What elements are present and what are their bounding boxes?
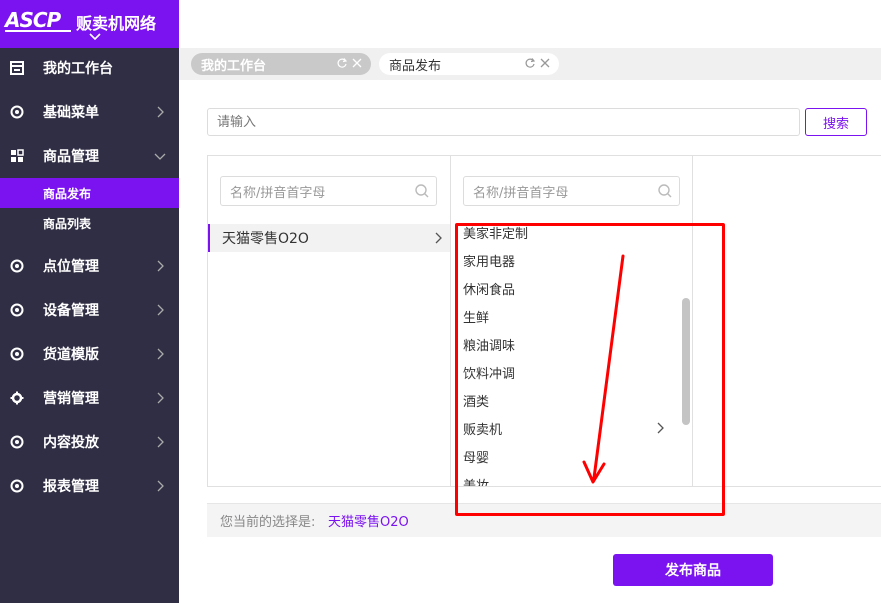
- publish-product-button[interactable]: 发布商品: [613, 554, 773, 586]
- tabs-bar: 我的工作台 商品发布: [179, 48, 881, 80]
- sidebar-item-label: 基础菜单: [43, 105, 99, 121]
- sidebar-item-report-management[interactable]: 报表管理: [0, 466, 179, 506]
- circle-dot-icon: [9, 346, 25, 362]
- sidebar-item-location-management[interactable]: 点位管理: [0, 246, 179, 286]
- list-item[interactable]: 酒类: [463, 391, 489, 411]
- search-icon: [658, 184, 672, 198]
- sidebar-subitem-product-list[interactable]: 商品列表: [0, 208, 179, 238]
- selection-summary: 您当前的选择是: 天猫零售O2O: [207, 503, 881, 537]
- list-item[interactable]: 美妆: [463, 475, 489, 486]
- list-item[interactable]: 母婴: [463, 447, 489, 467]
- category-col1-search[interactable]: 名称/拼音首字母: [220, 176, 437, 206]
- selection-value: 天猫零售O2O: [328, 515, 409, 530]
- sidebar-subitem-product-publish[interactable]: 商品发布: [0, 178, 179, 208]
- sidebar-item-label: 货道模版: [43, 347, 99, 363]
- category-col2-search[interactable]: 名称/拼音首字母: [463, 176, 680, 206]
- tab-label: 商品发布: [389, 58, 442, 74]
- category-item-tmall-o2o[interactable]: 天猫零售O2O: [208, 224, 450, 252]
- sidebar-item-label: 报表管理: [43, 479, 99, 495]
- search-placeholder: 名称/拼音首字母: [473, 185, 569, 201]
- gear-icon: [9, 390, 25, 406]
- sidebar-item-marketing-management[interactable]: 营销管理: [0, 378, 179, 418]
- list-item[interactable]: 贩卖机: [463, 419, 502, 439]
- sidebar-item-label: 我的工作台: [43, 61, 113, 77]
- close-icon[interactable]: [351, 57, 363, 69]
- close-icon[interactable]: [539, 57, 551, 69]
- list-item[interactable]: 饮料冲调: [463, 363, 515, 383]
- sidebar-subitem-label: 商品列表: [43, 216, 92, 231]
- list-item[interactable]: 休闲食品: [463, 279, 515, 299]
- sidebar-item-label: 设备管理: [43, 303, 99, 319]
- circle-dot-icon: [9, 478, 25, 494]
- search-button[interactable]: 搜索: [805, 108, 867, 136]
- sidebar-item-workbench[interactable]: 我的工作台: [0, 48, 179, 88]
- sidebar-item-basic-menu[interactable]: 基础菜单: [0, 92, 179, 132]
- chevron-right-icon: [157, 392, 164, 404]
- search-placeholder: 名称/拼音首字母: [230, 185, 326, 201]
- grid-icon: [9, 148, 25, 164]
- sidebar-item-label: 内容投放: [43, 435, 99, 451]
- chevron-right-icon: [157, 480, 164, 492]
- list-item[interactable]: 粮油调味: [463, 335, 515, 355]
- chevron-right-icon: [157, 106, 164, 118]
- tab-product-publish[interactable]: 商品发布: [379, 53, 559, 75]
- circle-dot-icon: [9, 302, 25, 318]
- circle-dot-icon: [9, 258, 25, 274]
- sidebar-item-label: 点位管理: [43, 259, 99, 275]
- chevron-right-icon: [157, 304, 164, 316]
- chevron-down-icon: [154, 153, 166, 160]
- category-col2-list[interactable]: 美家非定制 家用电器 休闲食品 生鲜 粮油调味 饮料冲调 酒类 贩卖机 母婴 美…: [451, 218, 692, 486]
- list-item[interactable]: 生鲜: [463, 307, 489, 327]
- chevron-right-icon: [157, 436, 164, 448]
- tab-label: 我的工作台: [201, 58, 267, 74]
- chevron-right-icon: [657, 422, 664, 434]
- scrollbar[interactable]: [682, 298, 690, 425]
- circle-dot-icon: [9, 434, 25, 450]
- sidebar-subitem-label: 商品发布: [43, 186, 92, 201]
- sidebar-item-lane-template[interactable]: 货道模版: [0, 334, 179, 374]
- sidebar-item-label: 营销管理: [43, 391, 99, 407]
- logo-text: 贩卖机网络: [76, 14, 157, 33]
- chevron-right-icon: [157, 348, 164, 360]
- chevron-right-icon: [157, 260, 164, 272]
- column-divider: [692, 155, 693, 487]
- logo-mark: ASCP: [5, 8, 71, 32]
- refresh-icon[interactable]: [524, 57, 536, 69]
- logo-bar: ASCP 贩卖机网络: [0, 0, 179, 48]
- list-item[interactable]: 家用电器: [463, 251, 515, 271]
- category-item-label: 天猫零售O2O: [222, 231, 309, 247]
- circle-dot-icon: [9, 104, 25, 120]
- search-input[interactable]: [207, 108, 800, 136]
- sidebar-item-device-management[interactable]: 设备管理: [0, 290, 179, 330]
- sidebar: 我的工作台 基础菜单 商品管理 商品发布 商品列表 点位管理 设备管理 货道模版…: [0, 48, 179, 603]
- dashboard-icon: [9, 60, 25, 76]
- list-item[interactable]: 美家非定制: [463, 223, 528, 243]
- chevron-down-icon[interactable]: [88, 32, 102, 42]
- refresh-icon[interactable]: [336, 57, 348, 69]
- chevron-right-icon: [435, 232, 442, 244]
- sidebar-item-content-delivery[interactable]: 内容投放: [0, 422, 179, 462]
- tab-workbench[interactable]: 我的工作台: [191, 53, 371, 75]
- selection-label: 您当前的选择是:: [220, 515, 316, 530]
- sidebar-item-product-management[interactable]: 商品管理: [0, 136, 179, 176]
- search-icon: [415, 184, 429, 198]
- sidebar-item-label: 商品管理: [43, 149, 99, 165]
